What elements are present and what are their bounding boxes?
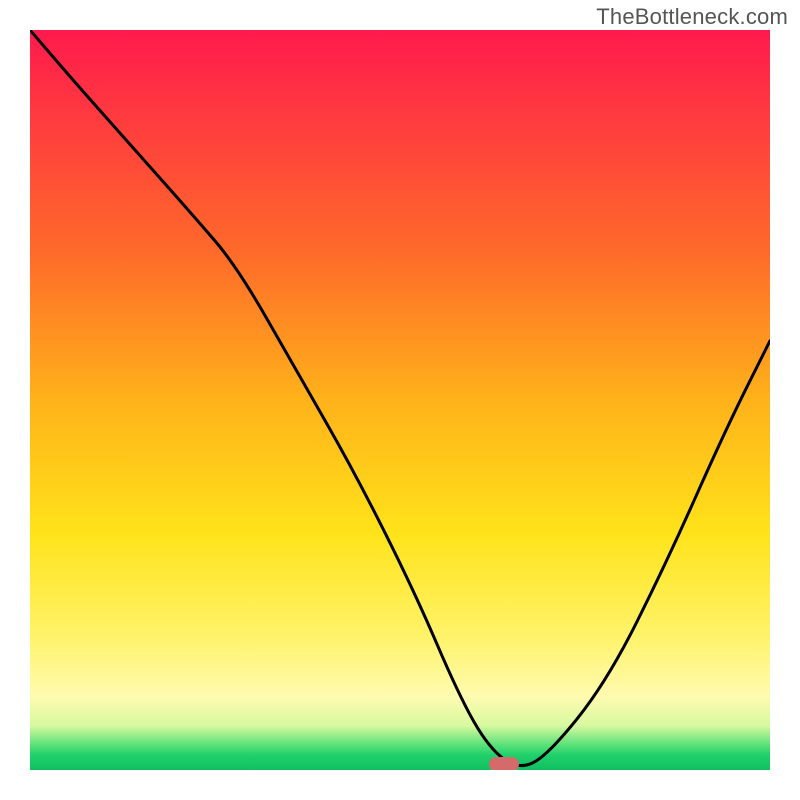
plot-area: [30, 30, 770, 770]
watermark-text: TheBottleneck.com: [596, 4, 788, 30]
curve-overlay: [30, 30, 770, 770]
bottleneck-curve-line: [30, 30, 770, 766]
optimal-point-marker: [489, 757, 519, 770]
chart-container: TheBottleneck.com: [0, 0, 800, 800]
